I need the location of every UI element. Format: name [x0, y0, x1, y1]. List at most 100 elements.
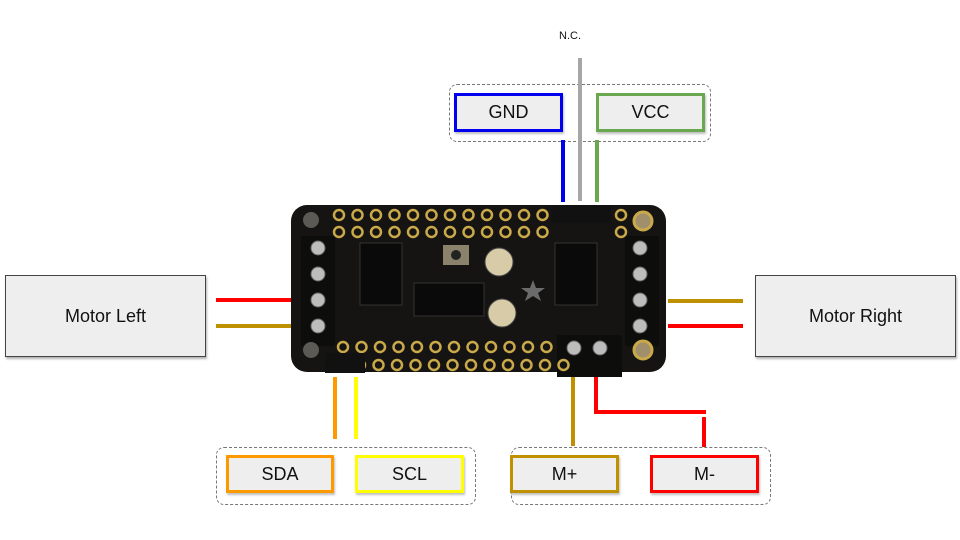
terminal-screw — [310, 266, 326, 282]
header-pad — [425, 208, 438, 222]
m-minus-label: M- — [694, 463, 715, 484]
header-pad — [614, 225, 628, 239]
header-pad — [462, 225, 475, 239]
header-pad — [480, 208, 494, 222]
motor-right-box: Motor Right — [755, 275, 956, 357]
board-illustration — [291, 205, 666, 377]
motor-right-label: Motor Right — [808, 305, 903, 326]
header-pad — [499, 225, 512, 239]
header-pad — [499, 208, 512, 222]
capacitor-2 — [487, 298, 517, 328]
gnd-label: GND — [488, 102, 529, 122]
header-pad — [557, 358, 570, 372]
nc-label: N.C. — [559, 30, 581, 42]
motor-left-box: Motor Left — [5, 275, 206, 357]
m-plus-box: M+ — [510, 455, 619, 493]
pwm-ic — [413, 282, 485, 317]
header-pad — [388, 225, 401, 239]
motor-right-wire-red — [668, 324, 743, 328]
sda-label: SDA — [261, 463, 299, 484]
nc-wire — [578, 58, 582, 201]
header-pad — [332, 225, 346, 239]
header-pad — [484, 340, 498, 354]
driver-ic-right — [554, 242, 598, 306]
motor-left-wire-red — [216, 298, 291, 302]
header-pad — [409, 358, 422, 372]
header-pad — [351, 225, 364, 239]
sda-wire — [333, 377, 337, 439]
header-pad — [464, 358, 478, 372]
terminal-screw — [632, 266, 648, 282]
header-pad — [427, 358, 441, 372]
header-pad — [540, 340, 553, 354]
vcc-box: VCC — [596, 93, 705, 132]
motor-left-wire-gold — [216, 324, 291, 328]
m-minus-wire-seg1 — [594, 376, 598, 414]
header-pad — [536, 225, 549, 239]
i2c-header — [325, 353, 365, 373]
header-pad — [517, 225, 531, 239]
motor-left-label: Motor Left — [64, 305, 147, 326]
header-pad — [447, 340, 461, 354]
header-pad — [517, 208, 531, 222]
header-pad — [406, 225, 420, 239]
header-pad — [336, 340, 350, 354]
header-pad — [369, 225, 383, 239]
header-pad — [443, 225, 457, 239]
m-minus-wire-seg3 — [702, 417, 706, 447]
header-pad — [355, 340, 368, 354]
left-terminal-block — [301, 236, 335, 346]
capacitor-1 — [484, 247, 514, 277]
header-pad — [332, 208, 346, 222]
board-pcb — [291, 205, 666, 372]
header-pad — [429, 340, 442, 354]
m-plus-label: M+ — [551, 463, 578, 484]
terminal-screw — [310, 240, 326, 256]
motor-right-wire-gold — [668, 299, 743, 303]
vcc-label: VCC — [631, 102, 670, 122]
terminal-screw — [592, 340, 608, 356]
header-pad — [446, 358, 459, 372]
scl-label: SCL — [391, 463, 427, 484]
driver-ic-left — [359, 242, 403, 306]
m-minus-wire-seg2 — [594, 410, 706, 414]
header-pad — [483, 358, 496, 372]
header-pad — [372, 358, 385, 372]
power-header — [551, 205, 611, 223]
header-pad — [501, 358, 515, 372]
header-pad — [462, 208, 475, 222]
terminal-screw — [632, 240, 648, 256]
header-pad — [443, 208, 457, 222]
header-pad — [503, 340, 516, 354]
gnd-box: GND — [454, 93, 563, 132]
header-pad — [538, 358, 552, 372]
terminal-screw — [310, 292, 326, 308]
header-pad — [614, 208, 628, 222]
header-pad — [369, 208, 383, 222]
header-pad — [466, 340, 479, 354]
header-pad — [388, 208, 401, 222]
header-pad — [536, 208, 549, 222]
terminal-screw — [632, 318, 648, 334]
vcc-wire — [595, 140, 599, 202]
scl-wire — [354, 377, 358, 439]
header-pad — [520, 358, 533, 372]
reset-button — [443, 245, 469, 265]
header-pad — [521, 340, 535, 354]
header-pad — [351, 208, 364, 222]
logo-star — [521, 280, 545, 301]
header-pad — [425, 225, 438, 239]
right-terminal-block — [625, 236, 659, 346]
header-pad — [480, 225, 494, 239]
header-pad — [406, 208, 420, 222]
power-terminal-block — [557, 335, 622, 377]
terminal-screw — [310, 318, 326, 334]
header-pad — [353, 358, 367, 372]
header-pad — [410, 340, 424, 354]
header-pad — [390, 358, 404, 372]
terminal-screw — [632, 292, 648, 308]
scl-box: SCL — [355, 455, 464, 493]
gnd-wire — [561, 140, 565, 202]
header-pad — [392, 340, 405, 354]
sda-box: SDA — [226, 455, 334, 493]
